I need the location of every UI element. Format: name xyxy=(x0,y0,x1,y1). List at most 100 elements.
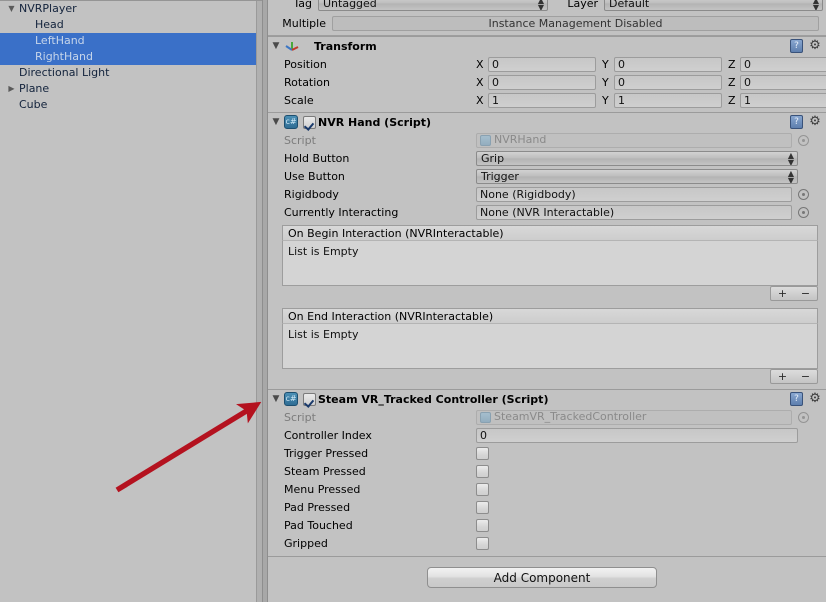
use-button-row: Use Button Trigger ▲ ▼ xyxy=(268,167,826,185)
object-picker-icon[interactable] xyxy=(798,206,809,218)
script-asset-icon xyxy=(480,411,491,423)
transform-y-field[interactable]: 0 xyxy=(614,56,722,72)
help-icon[interactable]: ? xyxy=(790,39,803,53)
axis-x-label: X xyxy=(476,75,484,89)
axis-y-label: Y xyxy=(602,93,609,107)
add-component-button[interactable]: Add Component xyxy=(427,567,657,588)
checkbox-toggle[interactable] xyxy=(476,446,489,460)
gear-icon[interactable]: ⚙ xyxy=(808,392,822,406)
transform-z-field[interactable]: 1 xyxy=(740,92,826,108)
rigidbody-field[interactable]: None (Rigidbody) xyxy=(476,186,792,202)
remove-event-button[interactable]: − xyxy=(794,370,817,383)
transform-x-field[interactable]: 0 xyxy=(488,56,596,72)
hold-button-dropdown[interactable]: Grip ▲ ▼ xyxy=(476,150,798,166)
checkbox-label: Pad Touched xyxy=(284,518,353,532)
help-icon[interactable]: ? xyxy=(790,392,803,406)
inspector-panel: Tag Untagged ▲ ▼ Layer Default ▲ ▼ Multipl… xyxy=(268,0,826,602)
controller-index-field[interactable]: 0 xyxy=(476,427,798,443)
tc-script-label: Script xyxy=(284,410,316,424)
transform-row: Position X 0 Y 0 Z 0 xyxy=(268,55,826,73)
foldout-closed-icon[interactable]: ▶ xyxy=(6,81,17,97)
hierarchy-panel: ▼NVRPlayer▶Head▶LeftHand▶RightHand▶Direc… xyxy=(0,0,262,602)
transform-row-label: Position xyxy=(284,57,327,71)
foldout-spacer: ▶ xyxy=(6,65,17,81)
gear-icon[interactable]: ⚙ xyxy=(808,39,822,53)
checkbox-toggle[interactable] xyxy=(476,464,489,478)
add-event-button[interactable]: + xyxy=(771,370,794,383)
tracked-controller-header[interactable]: ▼ c# Steam VR_Tracked Controller (Script… xyxy=(268,389,826,408)
hierarchy-item-label: Head xyxy=(35,18,64,31)
checkbox-label: Steam Pressed xyxy=(284,464,366,478)
hierarchy-item[interactable]: ▶Cube xyxy=(0,97,262,113)
use-button-dropdown[interactable]: Trigger ▲ ▼ xyxy=(476,168,798,184)
unity-editor-window: ▼NVRPlayer▶Head▶LeftHand▶RightHand▶Direc… xyxy=(0,0,826,602)
checkbox-toggle[interactable] xyxy=(476,518,489,532)
add-remove-buttons: + − xyxy=(770,369,818,384)
tag-layer-row: Tag Untagged ▲ ▼ Layer Default ▲ ▼ xyxy=(268,0,826,11)
layer-label: Layer xyxy=(567,0,598,10)
tc-script-row: Script SteamVR_TrackedController xyxy=(268,408,826,426)
tracked-controller-title: Steam VR_Tracked Controller (Script) xyxy=(318,392,549,406)
object-picker-icon[interactable] xyxy=(798,134,809,146)
axis-y-label: Y xyxy=(602,75,609,89)
transform-y-field[interactable]: 0 xyxy=(614,74,722,90)
hierarchy-item[interactable]: ▼ NVRPlayer xyxy=(0,1,262,17)
axis-x-label: X xyxy=(476,93,484,107)
help-icon[interactable]: ? xyxy=(790,115,803,129)
csharp-script-icon: c# xyxy=(284,391,300,407)
transform-z-field[interactable]: 0 xyxy=(740,74,826,90)
foldout-open-icon[interactable]: ▼ xyxy=(268,394,284,404)
transform-x-field[interactable]: 0 xyxy=(488,74,596,90)
checkbox-toggle[interactable] xyxy=(476,482,489,496)
use-button-label: Use Button xyxy=(284,169,345,183)
controller-index-row: Controller Index 0 xyxy=(268,426,826,444)
script-value: NVRHand xyxy=(494,133,547,147)
hold-button-label: Hold Button xyxy=(284,151,350,165)
checkbox-toggle[interactable] xyxy=(476,500,489,514)
transform-y-field[interactable]: 1 xyxy=(614,92,722,108)
tracked-controller-checkbox-rows: Trigger Pressed Steam Pressed Menu Pressed… xyxy=(268,444,826,552)
object-picker-icon[interactable] xyxy=(798,411,809,423)
foldout-open-icon[interactable]: ▼ xyxy=(6,1,17,17)
tag-label: Tag xyxy=(293,0,312,10)
hierarchy-item[interactable]: ▶RightHand xyxy=(0,49,262,65)
hierarchy-item[interactable]: ▶Directional Light xyxy=(0,65,262,81)
add-remove-buttons: + − xyxy=(770,286,818,301)
checkbox-toggle[interactable] xyxy=(476,536,489,550)
unity-event-list: On Begin Interaction (NVRInteractable) Li… xyxy=(268,225,826,303)
axis-z-label: Z xyxy=(728,57,736,71)
gear-icon[interactable]: ⚙ xyxy=(808,115,822,129)
chevron-updown-icon: ▲ ▼ xyxy=(812,0,819,11)
chevron-updown-icon: ▲ ▼ xyxy=(787,150,794,166)
layer-dropdown[interactable]: Default ▲ ▼ xyxy=(604,0,823,11)
tracked-controller-enabled-checkbox[interactable] xyxy=(303,392,316,406)
event-list-header: On Begin Interaction (NVRInteractable) xyxy=(282,225,818,241)
event-list-empty-text: List is Empty xyxy=(288,245,359,258)
object-picker-icon[interactable] xyxy=(798,188,809,200)
tag-dropdown[interactable]: Untagged ▲ ▼ xyxy=(318,0,548,11)
hierarchy-item-label: Directional Light xyxy=(19,66,110,79)
add-event-button[interactable]: + xyxy=(771,287,794,300)
event-list-body[interactable]: List is Empty xyxy=(282,324,818,369)
transform-header[interactable]: ▼ Transform ? ⚙ xyxy=(268,36,826,55)
foldout-open-icon[interactable]: ▼ xyxy=(268,41,284,51)
foldout-open-icon[interactable]: ▼ xyxy=(268,117,284,127)
hierarchy-item[interactable]: ▶ Plane xyxy=(0,81,262,97)
checkbox-label: Menu Pressed xyxy=(284,482,361,496)
csharp-script-icon: c# xyxy=(284,114,300,130)
hierarchy-list: ▼NVRPlayer▶Head▶LeftHand▶RightHand▶Direc… xyxy=(0,1,262,113)
checkbox-row: Pad Touched xyxy=(268,516,826,534)
transform-title: Transform xyxy=(314,39,377,53)
nvr-hand-enabled-checkbox[interactable] xyxy=(303,115,316,129)
remove-event-button[interactable]: − xyxy=(794,287,817,300)
axis-y-label: Y xyxy=(602,57,609,71)
hierarchy-item[interactable]: ▶LeftHand xyxy=(0,33,262,49)
transform-z-field[interactable]: 0 xyxy=(740,56,826,72)
transform-x-field[interactable]: 1 xyxy=(488,92,596,108)
currently-interacting-field[interactable]: None (NVR Interactable) xyxy=(476,204,792,220)
nvr-hand-header[interactable]: ▼ c# NVR Hand (Script) ? ⚙ xyxy=(268,112,826,131)
tc-script-field: SteamVR_TrackedController xyxy=(476,409,792,425)
event-list-body[interactable]: List is Empty xyxy=(282,241,818,286)
transform-row: Scale X 1 Y 1 Z 1 xyxy=(268,91,826,109)
hierarchy-item[interactable]: ▶Head xyxy=(0,17,262,33)
